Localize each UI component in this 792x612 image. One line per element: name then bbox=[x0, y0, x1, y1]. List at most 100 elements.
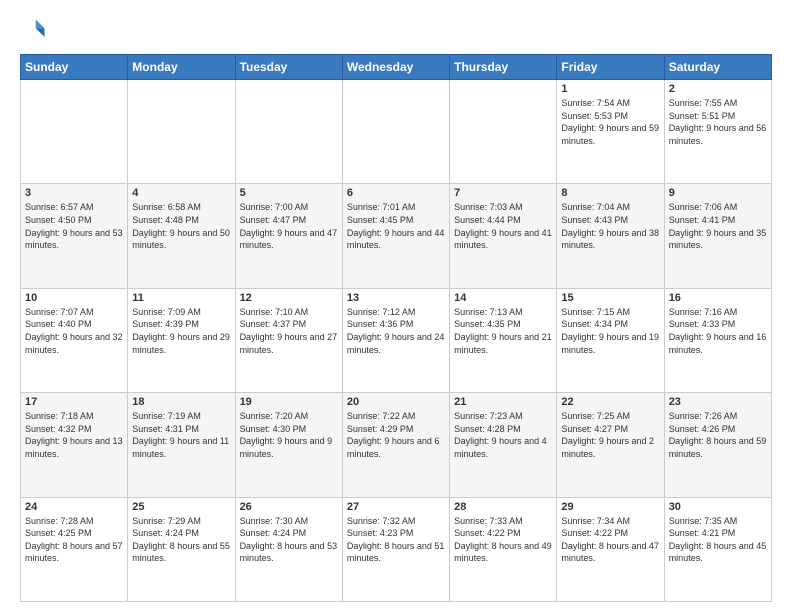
calendar-cell: 30Sunrise: 7:35 AM Sunset: 4:21 PM Dayli… bbox=[664, 497, 771, 601]
day-info: Sunrise: 7:32 AM Sunset: 4:23 PM Dayligh… bbox=[347, 515, 445, 565]
day-number: 11 bbox=[132, 292, 230, 304]
calendar-cell: 15 Sunrise: 7:15 AM Sunset: 4:34 PM Dayli… bbox=[557, 288, 664, 392]
calendar-cell: 9Sunrise: 7:06 AM Sunset: 4:41 PM Daylig… bbox=[664, 184, 771, 288]
day-info: Sunrise: 7:15 AM Sunset: 4:34 PM Dayligh… bbox=[561, 306, 659, 356]
calendar-cell: 23 Sunrise: 7:26 AM Sunset: 4:26 PM Dayli… bbox=[664, 393, 771, 497]
day-info: Sunrise: 7:16 AM Sunset: 4:33 PM Dayligh… bbox=[669, 306, 767, 356]
calendar-cell: 7 Sunrise: 7:03 AM Sunset: 4:44 PM Daylig… bbox=[450, 184, 557, 288]
day-number: 13 bbox=[347, 292, 445, 304]
day-of-week-header: Friday bbox=[557, 55, 664, 80]
calendar-cell: 28 Sunrise: 7:33 AM Sunset: 4:22 PM Dayli… bbox=[450, 497, 557, 601]
day-number: 14 bbox=[454, 292, 552, 304]
page: SundayMondayTuesdayWednesdayThursdayFrid… bbox=[0, 0, 792, 612]
day-number: 30 bbox=[669, 501, 767, 513]
day-info: Sunrise: 7:19 AM Sunset: 4:31 PM Dayligh… bbox=[132, 410, 230, 460]
calendar-cell: 6 Sunrise: 7:01 AM Sunset: 4:45 PM Daylig… bbox=[342, 184, 449, 288]
day-of-week-header: Saturday bbox=[664, 55, 771, 80]
calendar-cell: 25 Sunrise: 7:29 AM Sunset: 4:24 PM Dayli… bbox=[128, 497, 235, 601]
calendar-cell: 26 Sunrise: 7:30 AM Sunset: 4:24 PM Dayli… bbox=[235, 497, 342, 601]
calendar-cell: 18 Sunrise: 7:19 AM Sunset: 4:31 PM Dayli… bbox=[128, 393, 235, 497]
calendar-cell: 10 Sunrise: 7:07 AM Sunset: 4:40 PM Dayli… bbox=[21, 288, 128, 392]
day-info: Sunrise: 7:55 AM Sunset: 5:51 PM Dayligh… bbox=[669, 97, 767, 147]
day-of-week-header: Tuesday bbox=[235, 55, 342, 80]
calendar-week: 17 Sunrise: 7:18 AM Sunset: 4:32 PM Dayli… bbox=[21, 393, 772, 497]
calendar-cell: 2 Sunrise: 7:55 AM Sunset: 5:51 PM Daylig… bbox=[664, 80, 771, 184]
day-number: 4 bbox=[132, 187, 230, 199]
calendar-cell: 19 Sunrise: 7:20 AM Sunset: 4:30 PM Dayli… bbox=[235, 393, 342, 497]
calendar-week: 24 Sunrise: 7:28 AM Sunset: 4:25 PM Dayli… bbox=[21, 497, 772, 601]
day-info: Sunrise: 7:01 AM Sunset: 4:45 PM Dayligh… bbox=[347, 201, 445, 251]
calendar-cell: 1 Sunrise: 7:54 AM Sunset: 5:53 PM Daylig… bbox=[557, 80, 664, 184]
calendar-cell: 16 Sunrise: 7:16 AM Sunset: 4:33 PM Dayli… bbox=[664, 288, 771, 392]
day-info: Sunrise: 7:00 AM Sunset: 4:47 PM Dayligh… bbox=[240, 201, 338, 251]
day-info: Sunrise: 7:26 AM Sunset: 4:26 PM Dayligh… bbox=[669, 410, 767, 460]
day-info: Sunrise: 7:07 AM Sunset: 4:40 PM Dayligh… bbox=[25, 306, 123, 356]
calendar-cell: 21Sunrise: 7:23 AM Sunset: 4:28 PM Dayli… bbox=[450, 393, 557, 497]
day-info: Sunrise: 7:06 AM Sunset: 4:41 PM Dayligh… bbox=[669, 201, 767, 251]
day-number: 17 bbox=[25, 396, 123, 408]
calendar-cell: 14Sunrise: 7:13 AM Sunset: 4:35 PM Dayli… bbox=[450, 288, 557, 392]
logo bbox=[20, 16, 52, 44]
day-info: Sunrise: 7:09 AM Sunset: 4:39 PM Dayligh… bbox=[132, 306, 230, 356]
day-number: 28 bbox=[454, 501, 552, 513]
day-number: 25 bbox=[132, 501, 230, 513]
calendar-cell bbox=[235, 80, 342, 184]
calendar-cell bbox=[342, 80, 449, 184]
day-info: Sunrise: 7:33 AM Sunset: 4:22 PM Dayligh… bbox=[454, 515, 552, 565]
day-number: 16 bbox=[669, 292, 767, 304]
calendar-cell: 8 Sunrise: 7:04 AM Sunset: 4:43 PM Daylig… bbox=[557, 184, 664, 288]
day-number: 23 bbox=[669, 396, 767, 408]
header bbox=[20, 16, 772, 44]
calendar-cell: 12 Sunrise: 7:10 AM Sunset: 4:37 PM Dayli… bbox=[235, 288, 342, 392]
day-number: 5 bbox=[240, 187, 338, 199]
day-number: 6 bbox=[347, 187, 445, 199]
calendar-cell: 27Sunrise: 7:32 AM Sunset: 4:23 PM Dayli… bbox=[342, 497, 449, 601]
day-info: Sunrise: 7:29 AM Sunset: 4:24 PM Dayligh… bbox=[132, 515, 230, 565]
calendar-cell: 4 Sunrise: 6:58 AM Sunset: 4:48 PM Daylig… bbox=[128, 184, 235, 288]
calendar-table: SundayMondayTuesdayWednesdayThursdayFrid… bbox=[20, 54, 772, 602]
day-number: 24 bbox=[25, 501, 123, 513]
calendar-cell: 20 Sunrise: 7:22 AM Sunset: 4:29 PM Dayli… bbox=[342, 393, 449, 497]
calendar-cell: 3Sunrise: 6:57 AM Sunset: 4:50 PM Daylig… bbox=[21, 184, 128, 288]
calendar-cell: 13 Sunrise: 7:12 AM Sunset: 4:36 PM Dayli… bbox=[342, 288, 449, 392]
day-info: Sunrise: 6:58 AM Sunset: 4:48 PM Dayligh… bbox=[132, 201, 230, 251]
calendar-week: 3Sunrise: 6:57 AM Sunset: 4:50 PM Daylig… bbox=[21, 184, 772, 288]
calendar-cell bbox=[450, 80, 557, 184]
day-info: Sunrise: 6:57 AM Sunset: 4:50 PM Dayligh… bbox=[25, 201, 123, 251]
day-info: Sunrise: 7:22 AM Sunset: 4:29 PM Dayligh… bbox=[347, 410, 445, 460]
day-number: 26 bbox=[240, 501, 338, 513]
day-info: Sunrise: 7:20 AM Sunset: 4:30 PM Dayligh… bbox=[240, 410, 338, 460]
day-number: 1 bbox=[561, 83, 659, 95]
calendar-cell bbox=[21, 80, 128, 184]
day-number: 21 bbox=[454, 396, 552, 408]
day-number: 29 bbox=[561, 501, 659, 513]
day-number: 2 bbox=[669, 83, 767, 95]
calendar-cell: 17 Sunrise: 7:18 AM Sunset: 4:32 PM Dayli… bbox=[21, 393, 128, 497]
day-info: Sunrise: 7:12 AM Sunset: 4:36 PM Dayligh… bbox=[347, 306, 445, 356]
day-number: 19 bbox=[240, 396, 338, 408]
day-info: Sunrise: 7:10 AM Sunset: 4:37 PM Dayligh… bbox=[240, 306, 338, 356]
day-number: 10 bbox=[25, 292, 123, 304]
calendar-cell bbox=[128, 80, 235, 184]
day-number: 8 bbox=[561, 187, 659, 199]
day-number: 12 bbox=[240, 292, 338, 304]
day-number: 7 bbox=[454, 187, 552, 199]
day-info: Sunrise: 7:04 AM Sunset: 4:43 PM Dayligh… bbox=[561, 201, 659, 251]
day-of-week-header: Thursday bbox=[450, 55, 557, 80]
day-info: Sunrise: 7:18 AM Sunset: 4:32 PM Dayligh… bbox=[25, 410, 123, 460]
calendar-cell: 5 Sunrise: 7:00 AM Sunset: 4:47 PM Daylig… bbox=[235, 184, 342, 288]
day-info: Sunrise: 7:30 AM Sunset: 4:24 PM Dayligh… bbox=[240, 515, 338, 565]
day-info: Sunrise: 7:54 AM Sunset: 5:53 PM Dayligh… bbox=[561, 97, 659, 147]
calendar-cell: 11 Sunrise: 7:09 AM Sunset: 4:39 PM Dayli… bbox=[128, 288, 235, 392]
day-number: 20 bbox=[347, 396, 445, 408]
day-number: 15 bbox=[561, 292, 659, 304]
logo-icon bbox=[20, 16, 48, 44]
calendar-cell: 22Sunrise: 7:25 AM Sunset: 4:27 PM Dayli… bbox=[557, 393, 664, 497]
calendar-week: 10 Sunrise: 7:07 AM Sunset: 4:40 PM Dayli… bbox=[21, 288, 772, 392]
day-number: 18 bbox=[132, 396, 230, 408]
day-info: Sunrise: 7:03 AM Sunset: 4:44 PM Dayligh… bbox=[454, 201, 552, 251]
day-of-week-header: Monday bbox=[128, 55, 235, 80]
day-info: Sunrise: 7:28 AM Sunset: 4:25 PM Dayligh… bbox=[25, 515, 123, 565]
day-of-week-header: Sunday bbox=[21, 55, 128, 80]
calendar-cell: 29Sunrise: 7:34 AM Sunset: 4:22 PM Dayli… bbox=[557, 497, 664, 601]
